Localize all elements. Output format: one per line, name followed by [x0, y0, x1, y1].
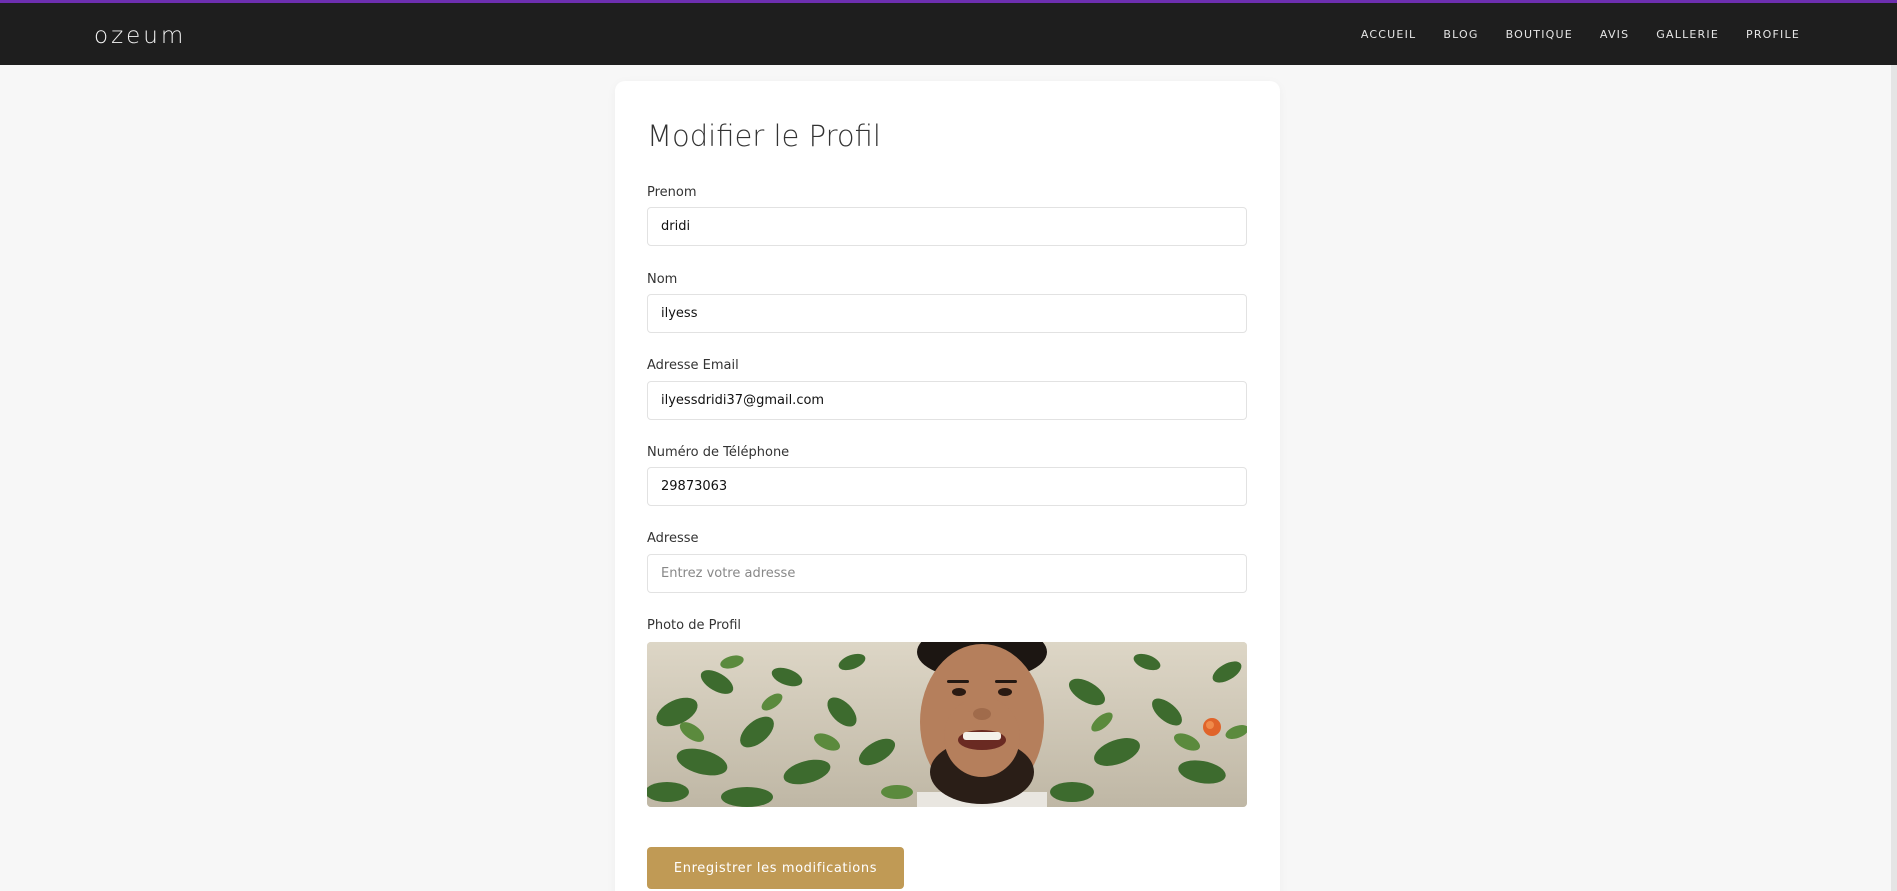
profile-photo-image — [647, 642, 1247, 807]
nom-input[interactable] — [647, 294, 1247, 333]
edit-profile-card: Modifier le Profil Prenom Nom Adresse Em… — [615, 81, 1280, 891]
nav-link-accueil[interactable]: ACCUEIL — [1361, 28, 1416, 41]
nav-menu: ACCUEIL BLOG BOUTIQUE AVIS GALLERIE PROF… — [1361, 28, 1800, 41]
telephone-input[interactable] — [647, 467, 1247, 506]
page-title: Modifier le Profil — [647, 119, 881, 153]
save-button[interactable]: Enregistrer les modifications — [647, 847, 904, 889]
nav-link-boutique[interactable]: BOUTIQUE — [1506, 28, 1573, 41]
email-input[interactable] — [647, 381, 1247, 420]
page-scrollbar[interactable] — [1891, 65, 1897, 891]
telephone-label: Numéro de Téléphone — [647, 445, 790, 460]
nom-label: Nom — [647, 272, 678, 287]
prenom-label: Prenom — [647, 185, 697, 200]
nav-link-blog[interactable]: BLOG — [1443, 28, 1478, 41]
profile-photo — [647, 642, 1247, 807]
prenom-input[interactable] — [647, 207, 1247, 246]
site-logo[interactable]: ozeum — [94, 23, 186, 49]
navbar: ozeum ACCUEIL BLOG BOUTIQUE AVIS GALLERI… — [0, 3, 1897, 65]
nav-link-profile[interactable]: PROFILE — [1746, 28, 1800, 41]
photo-label: Photo de Profil — [647, 618, 742, 633]
email-label: Adresse Email — [647, 358, 739, 373]
nav-link-avis[interactable]: AVIS — [1600, 28, 1629, 41]
nav-link-gallerie[interactable]: GALLERIE — [1656, 28, 1719, 41]
adresse-input[interactable] — [647, 554, 1247, 593]
adresse-label: Adresse — [647, 531, 699, 546]
